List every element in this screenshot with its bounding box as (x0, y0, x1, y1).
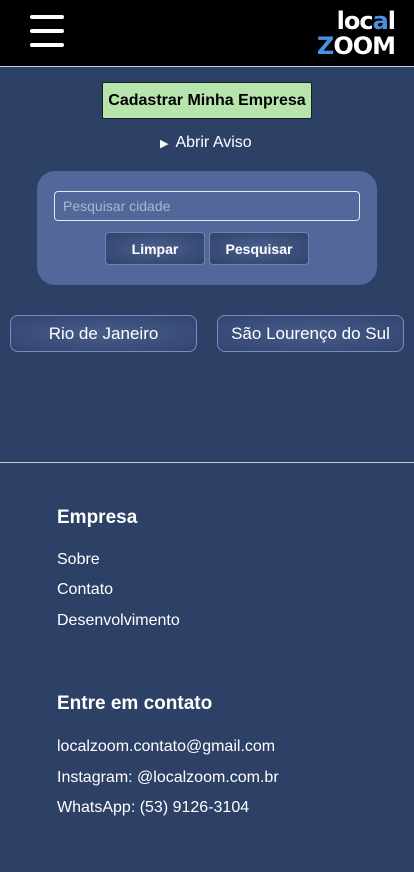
footer-link-development[interactable]: Desenvolvimento (57, 612, 180, 630)
disclosure-triangle-icon: ▶ (160, 137, 169, 150)
footer-company-heading: Empresa (57, 507, 138, 528)
footer-contact-email[interactable]: localzoom.contato@gmail.com (57, 738, 275, 756)
city-search-panel: Limpar Pesquisar (37, 171, 377, 285)
open-notice-toggle[interactable]: ▶ Abrir Aviso (160, 133, 252, 153)
menu-bar-line (30, 29, 64, 33)
footer-divider (0, 462, 414, 463)
top-navigation-bar: local ZOOM (0, 0, 414, 67)
localzoom-logo[interactable]: local ZOOM (317, 7, 396, 58)
logo-line-1: local (336, 7, 396, 35)
city-search-input[interactable] (54, 191, 360, 221)
footer-contact-whatsapp[interactable]: WhatsApp: (53) 9126-3104 (57, 799, 249, 817)
hamburger-menu-icon[interactable] (30, 15, 64, 48)
menu-bar-line (30, 43, 64, 47)
footer-link-about[interactable]: Sobre (57, 551, 100, 569)
city-button-sao-lourenco-do-sul[interactable]: São Lourenço do Sul (217, 315, 404, 352)
footer-contact-instagram[interactable]: Instagram: @localzoom.com.br (57, 769, 279, 787)
search-button[interactable]: Pesquisar (209, 232, 309, 265)
logo-line-2: ZOOM (316, 32, 396, 60)
open-notice-label: Abrir Aviso (175, 134, 252, 151)
footer-contact-heading: Entre em contato (57, 693, 213, 714)
register-company-button[interactable]: Cadastrar Minha Empresa (102, 82, 312, 119)
city-button-rio-de-janeiro[interactable]: Rio de Janeiro (10, 315, 197, 352)
menu-bar-line (30, 15, 64, 19)
footer-link-contact[interactable]: Contato (57, 581, 113, 599)
clear-button[interactable]: Limpar (105, 232, 205, 265)
